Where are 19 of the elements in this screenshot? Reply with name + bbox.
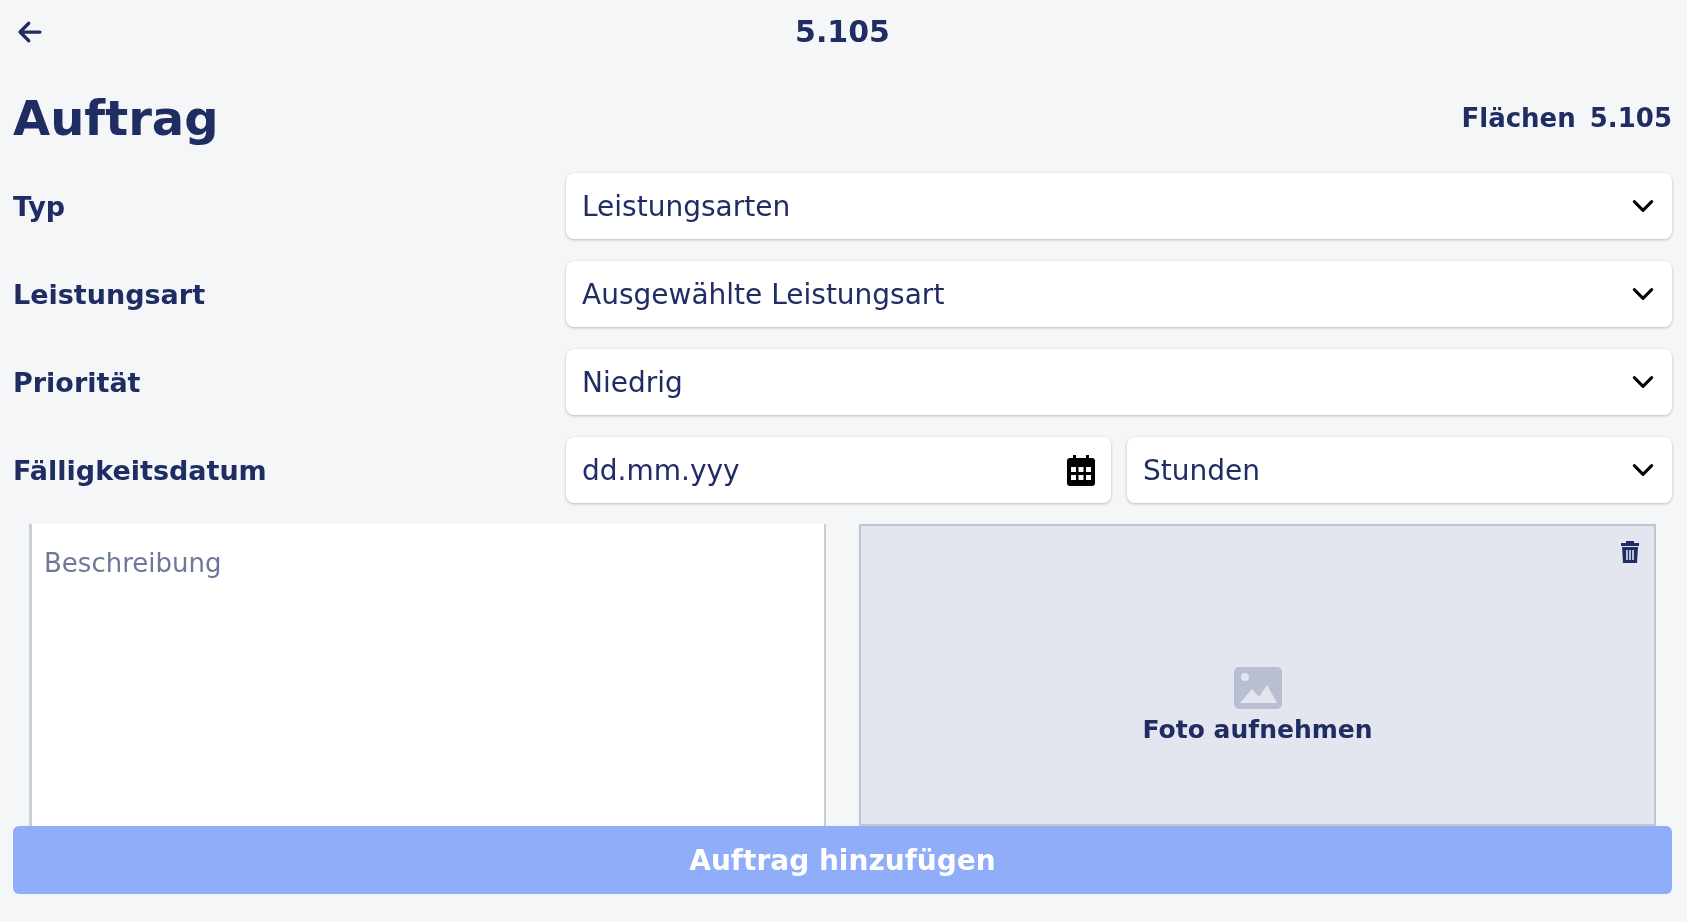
field-label: Typ [13, 190, 67, 222]
photo-label: Foto aufnehmen [1142, 714, 1373, 744]
dropdown[interactable]: Niedrig [566, 349, 1672, 415]
calendar-icon [1067, 454, 1095, 486]
image-icon [1233, 666, 1282, 709]
dropdown[interactable]: Stunden [1127, 437, 1672, 503]
area-value: 5.105 [1589, 103, 1672, 133]
field-label: Priorität [13, 366, 142, 398]
field-label: Leistungsart [13, 278, 207, 310]
date-field[interactable]: dd.mm.yyy [566, 437, 1111, 503]
dropdown[interactable]: Leistungsarten [566, 173, 1672, 239]
dropdown[interactable]: Ausgewählte Leistungsart [566, 261, 1672, 327]
trash-icon[interactable] [1620, 540, 1640, 564]
page-title: 5.105 [795, 13, 890, 49]
area-label: Flächen [1461, 103, 1576, 133]
field-label: Fälligkeitsdatum [13, 454, 268, 486]
description-field[interactable]: Beschreibung [29, 524, 826, 826]
photo-panel[interactable]: Foto aufnehmen [859, 524, 1656, 826]
form-heading: Auftrag [13, 90, 219, 146]
